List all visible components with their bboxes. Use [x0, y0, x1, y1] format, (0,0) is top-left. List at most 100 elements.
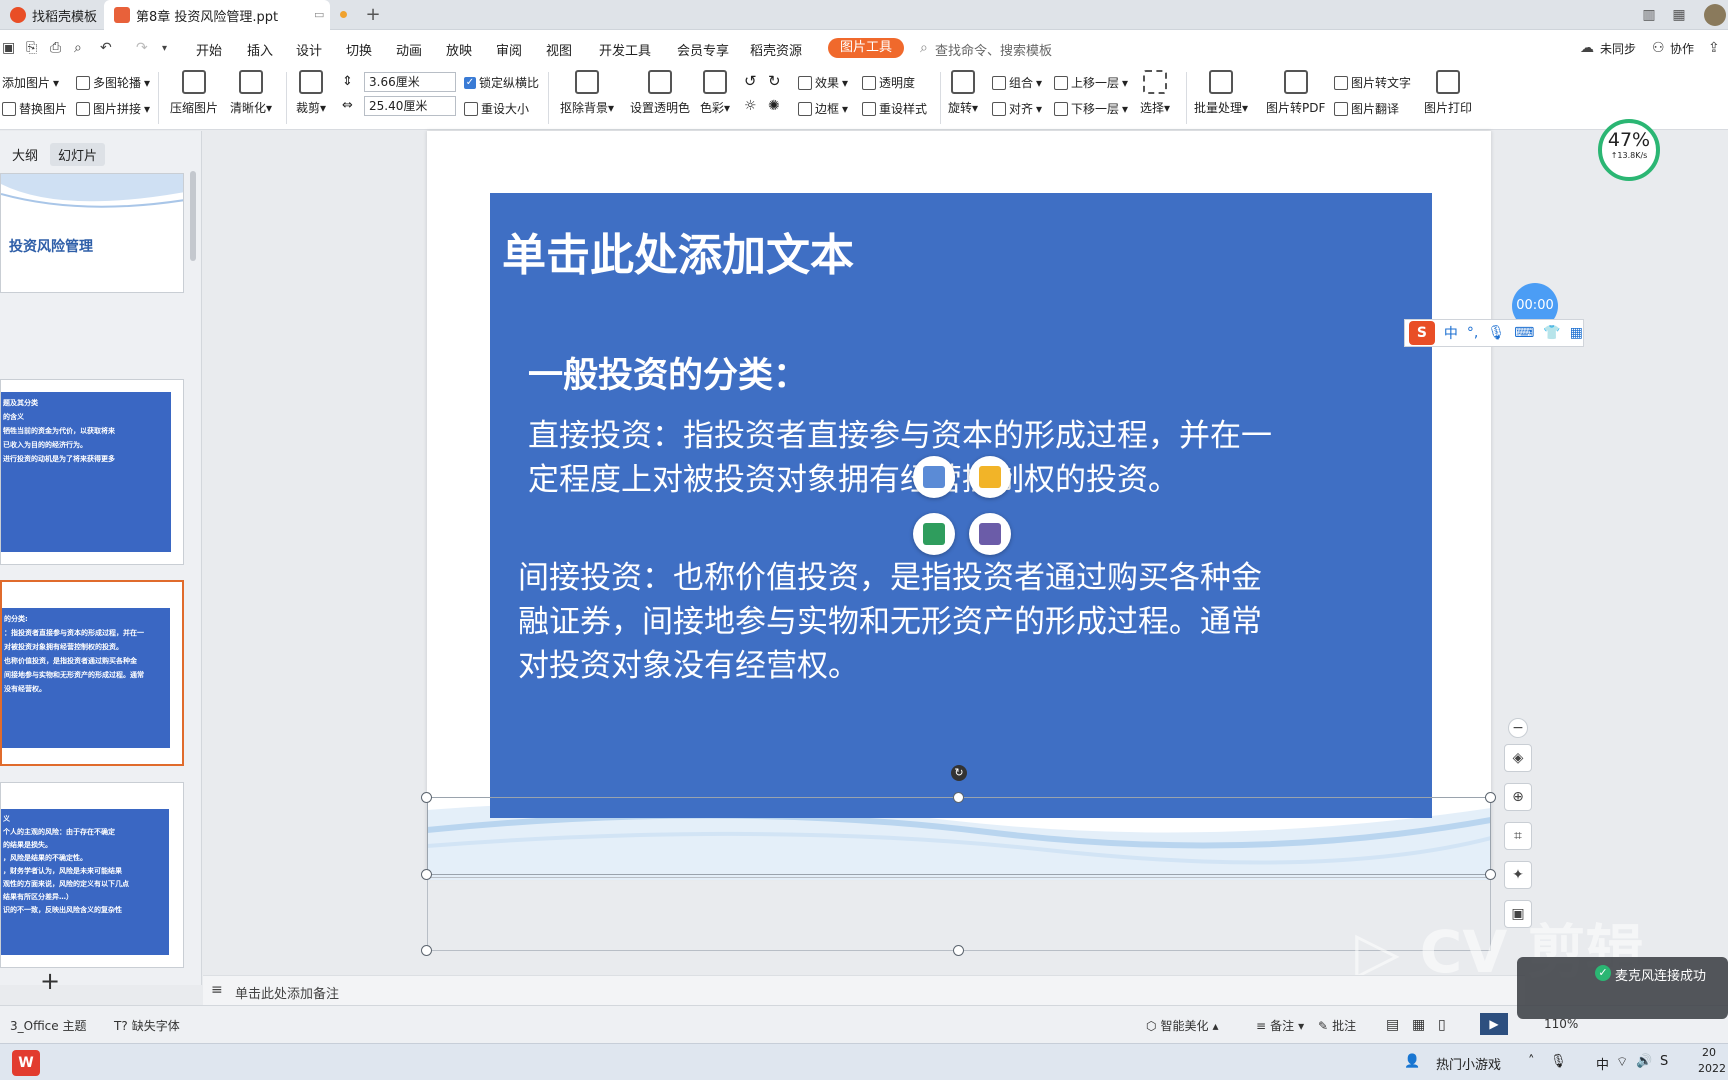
border-button[interactable]: 边框 ▾ [798, 100, 848, 117]
notes-placeholder[interactable]: 单击此处添加备注 [235, 983, 339, 1002]
clock-time[interactable]: 20 [1702, 1046, 1716, 1059]
slide-thumbnail[interactable]: 题及其分类 的含义 牺牲当前的资金为代价，以获取将来 已收入为目的的经济行为。 … [0, 379, 184, 565]
resize-handle[interactable] [421, 869, 432, 880]
ime-toolbar[interactable]: S 中 °, 🎙 ⌨ 👕 ▦ [1404, 319, 1584, 347]
align-button[interactable]: 对齐 ▾ [992, 100, 1042, 117]
collab-button[interactable]: 协作 [1670, 40, 1694, 57]
remove-background-button[interactable]: 抠除背景▾ [560, 70, 614, 116]
save-icon[interactable]: ▣ [2, 40, 15, 56]
lock-ratio-checkbox[interactable]: ✓ 锁定纵横比 [464, 74, 539, 91]
missing-font-button[interactable]: T? 缺失字体 [114, 1017, 180, 1034]
sorter-view-icon[interactable]: ▦ [1412, 1017, 1425, 1033]
game-icon[interactable]: 👤 [1404, 1054, 1420, 1069]
to-pdf-button[interactable]: 图片转PDF [1266, 70, 1325, 116]
smart-beautify-button[interactable]: ⬡ 智能美化 ▴ [1146, 1017, 1219, 1034]
microphone-icon[interactable]: 🎙 [1487, 325, 1505, 341]
zoom-out-icon[interactable]: − [1508, 718, 1528, 738]
game-label[interactable]: 热门小游戏 [1436, 1054, 1501, 1073]
tab-slides[interactable]: 幻灯片 [50, 143, 106, 166]
punctuation-icon[interactable]: °, [1467, 325, 1478, 341]
theme-name[interactable]: 3_Office 主题 [10, 1017, 86, 1034]
resize-handle[interactable] [953, 792, 964, 803]
monitor-icon[interactable]: ▭ [314, 8, 324, 21]
transparency-button[interactable]: 透明度 [862, 74, 915, 91]
insert-table-button[interactable] [913, 513, 955, 555]
insert-picture-button[interactable] [913, 456, 955, 498]
zoom-level[interactable]: 110% [1544, 1017, 1578, 1031]
slide-thumbnail[interactable]: 义 个人的主观的风险：由于存在不确定 的结果是损失。 ，风险是结果的不确定性。 … [0, 782, 184, 968]
play-slideshow-icon[interactable]: ▶ [1480, 1013, 1508, 1035]
skin-icon[interactable]: 👕 [1543, 325, 1560, 341]
preview-icon[interactable]: ⌕ [74, 40, 82, 56]
notes-toggle-button[interactable]: ≡ 备注 ▾ [1256, 1017, 1304, 1034]
resize-handle[interactable] [421, 945, 432, 956]
add-image-button[interactable]: 添加图片 ▾ [2, 74, 59, 91]
menu-design[interactable]: 设计 [296, 40, 322, 59]
notes-bar[interactable]: ≡ 单击此处添加备注 [203, 975, 1525, 1005]
replace-image-button[interactable]: 替换图片 [2, 100, 67, 117]
compress-image-button[interactable]: 压缩图片 [170, 70, 218, 116]
volume-icon[interactable]: 🔊 [1636, 1054, 1652, 1069]
new-tab-icon[interactable]: + [364, 6, 382, 24]
undo-icon[interactable]: ↶ [100, 40, 112, 56]
slide-paragraph-line[interactable]: 定程度上对被投资对象拥有经营控制权的投资。 [528, 458, 1179, 502]
idea-bulb-icon[interactable]: ✦ [1504, 861, 1532, 889]
width-input[interactable]: 25.40厘米 [364, 96, 456, 116]
toolbox-icon[interactable]: ▦ [1570, 325, 1583, 341]
sync-status[interactable]: 未同步 [1600, 40, 1636, 57]
multi-carousel-button[interactable]: 多图轮播 ▾ [76, 74, 150, 91]
reset-style-button[interactable]: 重设样式 [862, 100, 927, 117]
zoom-in-icon[interactable]: ⊕ [1504, 783, 1532, 811]
microphone-tray-icon[interactable]: 🎙 [1550, 1054, 1567, 1069]
slide-paragraph-line[interactable]: 对投资对象没有经营权。 [518, 644, 859, 688]
image-collage-button[interactable]: 图片拼接 ▾ [76, 100, 150, 117]
batch-process-button[interactable]: 批量处理▾ [1194, 70, 1248, 116]
brightness-up-icon[interactable]: ✺ [768, 98, 780, 114]
sogou-tray-icon[interactable]: S [1660, 1054, 1668, 1069]
insert-chart-button[interactable] [969, 456, 1011, 498]
menu-slideshow[interactable]: 放映 [446, 40, 472, 59]
normal-view-icon[interactable]: ▤ [1386, 1017, 1399, 1033]
share-icon[interactable]: ⇪ [1708, 40, 1720, 56]
image-print-button[interactable]: 图片打印 [1424, 70, 1472, 116]
reset-size-button[interactable]: 重设大小 [464, 100, 529, 117]
bring-forward-button[interactable]: 上移一层 ▾ [1054, 74, 1128, 91]
menu-resources[interactable]: 稻壳资源 [750, 40, 802, 59]
crop-button[interactable]: 裁剪▾ [296, 70, 326, 116]
rotate-button[interactable]: 旋转▾ [948, 70, 978, 116]
layers-icon[interactable]: ◈ [1504, 744, 1532, 772]
wps-app-icon[interactable]: W [12, 1050, 40, 1076]
rotate-left-icon[interactable]: ↺ [744, 72, 757, 90]
ime-mode[interactable]: 中 [1444, 323, 1458, 343]
send-backward-button[interactable]: 下移一层 ▾ [1054, 100, 1128, 117]
menu-member[interactable]: 会员专享 [677, 40, 729, 59]
keyboard-icon[interactable]: ⌨ [1514, 325, 1534, 341]
menu-animation[interactable]: 动画 [396, 40, 422, 59]
menu-home[interactable]: 开始 [196, 40, 222, 59]
command-search[interactable]: 查找命令、搜索模板 [935, 40, 1052, 59]
print-icon[interactable]: ⎙ [50, 40, 61, 56]
set-transparent-button[interactable]: 设置透明色 [630, 70, 690, 116]
resize-handle[interactable] [421, 792, 432, 803]
rotate-right-icon[interactable]: ↻ [768, 72, 781, 90]
slide-paragraph-line[interactable]: 融证券，间接地参与实物和无形资产的形成过程。通常 [518, 600, 1262, 644]
avatar[interactable] [1704, 4, 1726, 26]
height-input[interactable]: 3.66厘米 [364, 72, 456, 92]
redo-icon[interactable]: ↷ [136, 40, 148, 56]
slide-paragraph-line[interactable]: 直接投资：指投资者直接参与资本的形成过程，并在一 [528, 414, 1272, 458]
panel-scrollbar[interactable] [190, 171, 196, 261]
tab-outline[interactable]: 大纲 [4, 143, 46, 166]
slide-paragraph-line[interactable]: 间接投资：也称价值投资，是指投资者通过购买各种金 [518, 556, 1262, 600]
brightness-down-icon[interactable]: ☼ [744, 98, 757, 114]
crop-tool-icon[interactable]: ⌗ [1504, 822, 1532, 850]
menu-picture-tools[interactable]: 图片工具 [828, 38, 905, 58]
performance-monitor[interactable]: 47% ↑13.8K/s [1598, 119, 1660, 181]
color-button[interactable]: 色彩▾ [700, 70, 730, 116]
clock-date[interactable]: 2022 [1698, 1062, 1726, 1075]
slide-thumbnail-selected[interactable]: 的分类: ：指投资者直接参与资本的形成过程，并在一 对被投资对象拥有经营控制权的… [0, 580, 184, 766]
rotate-handle-icon[interactable]: ↻ [951, 765, 967, 781]
menu-transition[interactable]: 切换 [346, 40, 372, 59]
sharpen-button[interactable]: 清晰化▾ [230, 70, 272, 116]
apps-grid-icon[interactable]: ▦ [1670, 6, 1688, 24]
layout-icon[interactable]: ▥ [1640, 6, 1658, 24]
